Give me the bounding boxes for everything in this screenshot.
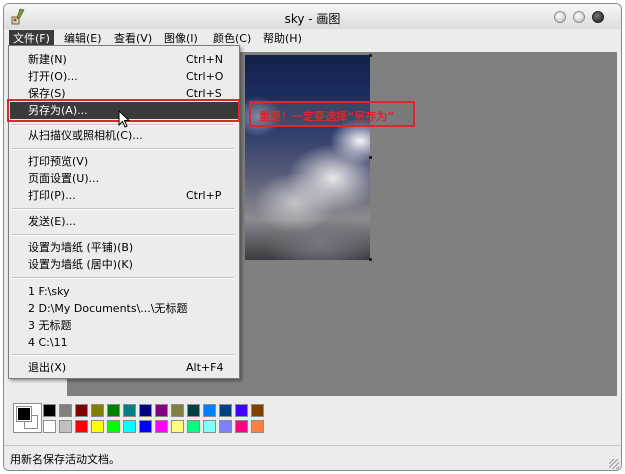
palette-color-swatch[interactable] [59, 404, 72, 417]
palette-color-swatch[interactable] [43, 404, 56, 417]
menu-separator [12, 208, 234, 210]
annotation-text: 重要！一定要选择“另存为” [259, 110, 395, 123]
palette-color-swatch[interactable] [187, 420, 200, 433]
color-palette [7, 399, 618, 440]
palette-color-swatch[interactable] [203, 420, 216, 433]
menu-item-new[interactable]: 新建(N) Ctrl+N [10, 51, 238, 68]
menu-item-recent-1[interactable]: 1 F:\sky [10, 283, 238, 300]
palette-color-swatch[interactable] [187, 404, 200, 417]
palette-color-swatch[interactable] [91, 404, 104, 417]
menu-item-exit[interactable]: 退出(X) Alt+F4 [10, 359, 238, 376]
palette-color-swatch[interactable] [107, 420, 120, 433]
canvas-resize-handle-right[interactable] [369, 156, 372, 159]
sky-image-canvas[interactable] [245, 55, 370, 260]
menu-item-recent-3[interactable]: 3 无标题 [10, 317, 238, 334]
palette-color-swatch[interactable] [75, 420, 88, 433]
palette-color-swatch[interactable] [107, 404, 120, 417]
palette-color-swatch[interactable] [139, 420, 152, 433]
menu-item-wallpaper-tile[interactable]: 设置为墙纸 (平铺)(B) [10, 239, 238, 256]
mouse-cursor-icon [118, 110, 130, 128]
menu-separator [12, 277, 234, 279]
close-button[interactable] [592, 11, 604, 23]
menu-separator [12, 234, 234, 236]
title-bar[interactable]: sky - 画图 [4, 4, 621, 29]
canvas-resize-handle-top-right[interactable] [369, 54, 372, 57]
menu-item-recent-2[interactable]: 2 D:\My Documents\...\无标题 [10, 300, 238, 317]
menu-item-page-setup[interactable]: 页面设置(U)... [10, 170, 238, 187]
palette-color-swatch[interactable] [91, 420, 104, 433]
resize-grip-icon[interactable] [609, 459, 619, 469]
menu-item-print[interactable]: 打印(P)... Ctrl+P [10, 187, 238, 204]
palette-color-swatch[interactable] [203, 404, 216, 417]
palette-color-swatch[interactable] [123, 404, 136, 417]
menu-item-wallpaper-center[interactable]: 设置为墙纸 (居中)(K) [10, 256, 238, 273]
status-bar: 用新名保存活动文档。 [4, 445, 621, 470]
maximize-button[interactable] [573, 11, 585, 23]
palette-color-swatch[interactable] [171, 420, 184, 433]
palette-color-swatch[interactable] [235, 404, 248, 417]
minimize-button[interactable] [554, 11, 566, 23]
palette-color-swatch[interactable] [219, 420, 232, 433]
current-colors[interactable] [13, 403, 42, 433]
palette-color-swatch[interactable] [219, 404, 232, 417]
palette-color-swatch[interactable] [251, 420, 264, 433]
palette-color-swatch[interactable] [59, 420, 72, 433]
foreground-color-swatch[interactable] [16, 406, 32, 422]
menu-item-print-preview[interactable]: 打印预览(V) [10, 153, 238, 170]
canvas-resize-handle-bottom-right[interactable] [369, 258, 372, 261]
menu-separator [12, 148, 234, 150]
palette-color-swatch[interactable] [251, 404, 264, 417]
palette-color-swatch[interactable] [235, 420, 248, 433]
palette-color-swatch[interactable] [75, 404, 88, 417]
palette-color-swatch[interactable] [123, 420, 136, 433]
menu-item-send[interactable]: 发送(E)... [10, 213, 238, 230]
window-title: sky - 画图 [284, 12, 341, 26]
menu-item-open[interactable]: 打开(O)... Ctrl+O [10, 68, 238, 85]
palette-color-swatch[interactable] [155, 420, 168, 433]
palette-color-swatch[interactable] [171, 404, 184, 417]
annotation-callout: 重要！一定要选择“另存为” [249, 101, 415, 127]
menu-item-recent-4[interactable]: 4 C:\11 [10, 334, 238, 351]
menu-separator [12, 354, 234, 356]
status-text: 用新名保存活动文档。 [10, 453, 120, 466]
file-menu-dropdown: 新建(N) Ctrl+N 打开(O)... Ctrl+O 保存(S) Ctrl+S 另… [8, 45, 240, 379]
palette-color-swatch[interactable] [155, 404, 168, 417]
palette-color-swatch[interactable] [43, 420, 56, 433]
menu-help[interactable]: 帮助(H) [259, 30, 306, 48]
palette-color-swatch[interactable] [139, 404, 152, 417]
menu-item-from-scanner[interactable]: 从扫描仪或照相机(C)... [10, 127, 238, 144]
